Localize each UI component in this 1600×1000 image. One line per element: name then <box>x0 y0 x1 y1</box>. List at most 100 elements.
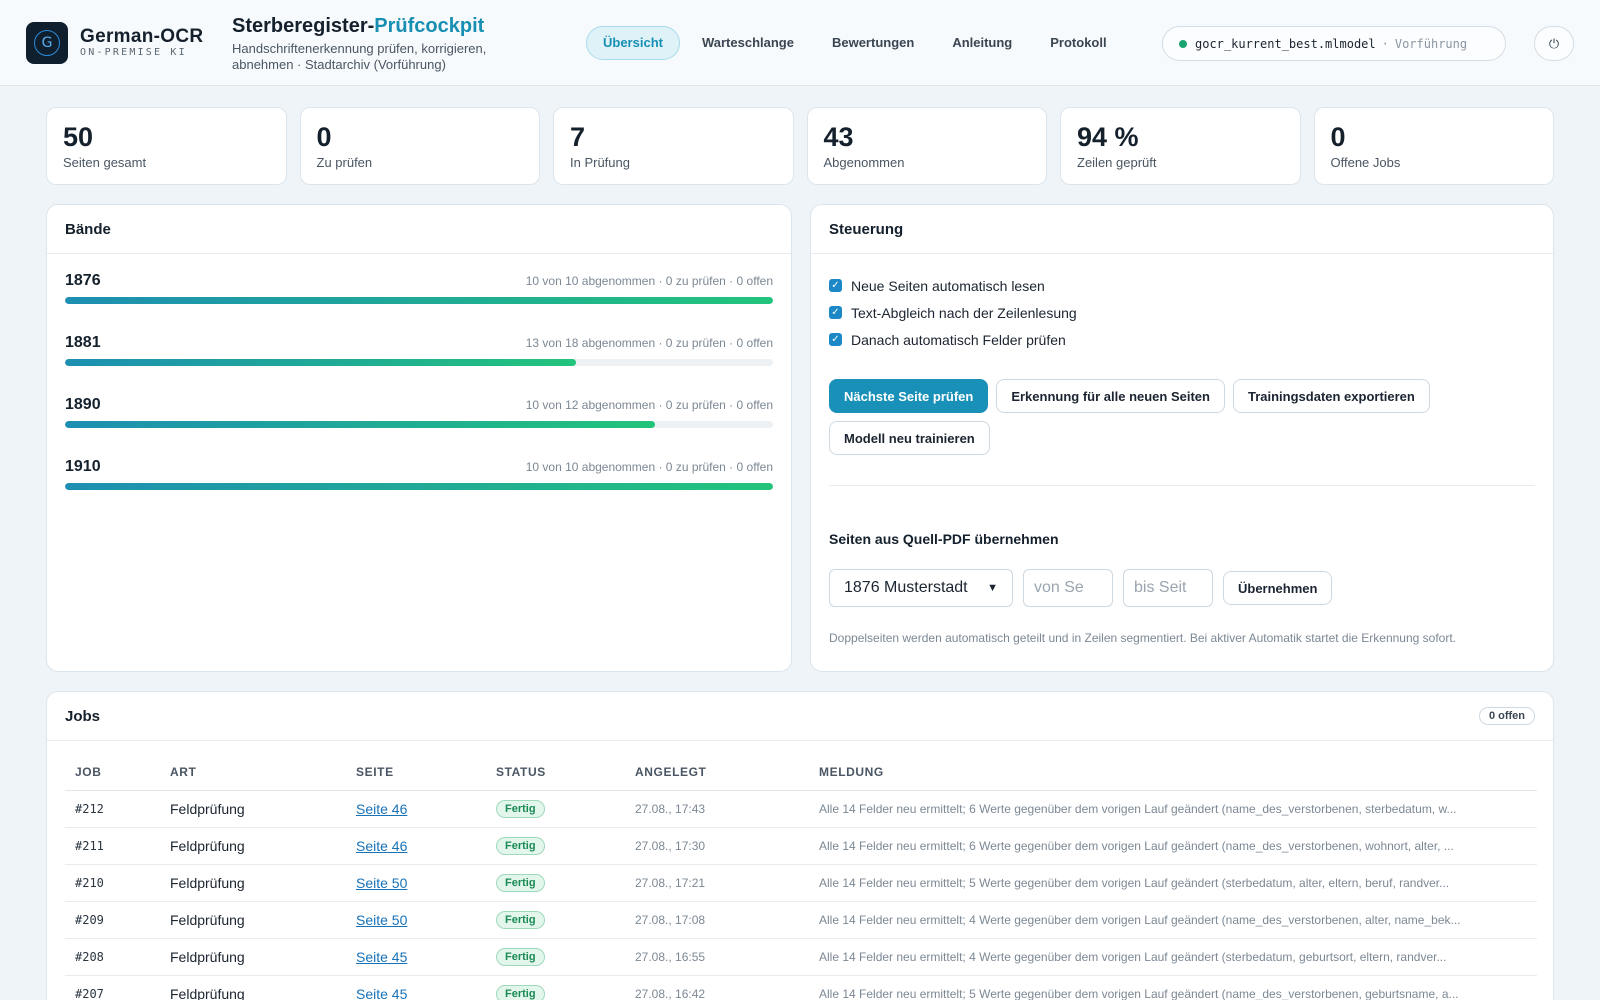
volumes-panel: Bände 1876 10 von 10 abgenommen · 0 zu p… <box>46 204 792 672</box>
stat-card-to-review: 0 Zu prüfen <box>299 107 540 185</box>
source-pdf-selected: 1876 Musterstadt <box>844 579 968 596</box>
app-header: G German-OCR ON-PREMISE KI Sterberegiste… <box>0 0 1600 86</box>
jobs-panel: Jobs 0 offen JOB ART SEITE STATUS ANGELE… <box>46 691 1554 1000</box>
export-training-button[interactable]: Trainingsdaten exportieren <box>1232 379 1430 413</box>
volume-meta: 13 von 18 abgenommen · 0 zu prüfen · 0 o… <box>525 336 773 350</box>
recognize-all-button[interactable]: Erkennung für alle neuen Seiten <box>996 379 1225 413</box>
divider <box>829 485 1535 486</box>
job-page-link[interactable]: Seite 46 <box>356 801 407 817</box>
nav-tab-bewertungen[interactable]: Bewertungen <box>816 26 930 60</box>
column-header-job: JOB <box>65 755 160 791</box>
table-row: #212 Feldprüfung Seite 46 Fertig 27.08.,… <box>65 790 1537 828</box>
volume-item[interactable]: 1910 10 von 10 abgenommen · 0 zu prüfen … <box>65 458 773 520</box>
job-created: 27.08., 16:42 <box>625 975 809 1000</box>
checkbox-text-match[interactable]: ✓ Text-Abgleich nach der Zeilenlesung <box>829 299 1535 326</box>
table-row: #211 Feldprüfung Seite 46 Fertig 27.08.,… <box>65 827 1537 865</box>
nav-tab-protokoll[interactable]: Protokoll <box>1034 26 1122 60</box>
volumes-panel-title: Bände <box>65 220 111 238</box>
stats-row: 50 Seiten gesamt 0 Zu prüfen 7 In Prüfun… <box>46 107 1554 185</box>
next-page-button[interactable]: Nächste Seite prüfen <box>829 379 989 413</box>
apply-import-button[interactable]: Übernehmen <box>1223 571 1333 605</box>
control-panel-header: Steuerung <box>811 205 1553 254</box>
volume-item[interactable]: 1881 13 von 18 abgenommen · 0 zu prüfen … <box>65 334 773 396</box>
source-pdf-select[interactable]: 1876 Musterstadt ▼ <box>829 569 1013 607</box>
model-name: gocr_kurrent_best.mlmodel <box>1195 36 1376 51</box>
stat-card-in-review: 7 In Prüfung <box>553 107 794 185</box>
to-page-input[interactable]: bis Seit <box>1123 569 1213 607</box>
volume-progress-track <box>65 359 773 366</box>
volume-meta: 10 von 10 abgenommen · 0 zu prüfen · 0 o… <box>525 274 773 288</box>
volume-progress-fill <box>65 421 655 428</box>
job-page-link[interactable]: Seite 50 <box>356 912 407 928</box>
volume-year: 1876 <box>65 272 101 289</box>
main-nav: Übersicht Warteschlange Bewertungen Anle… <box>586 26 1123 60</box>
job-page-link[interactable]: Seite 45 <box>356 986 407 1000</box>
retrain-model-button[interactable]: Modell neu trainieren <box>829 421 990 455</box>
power-button[interactable]: ⏻ <box>1534 26 1574 61</box>
job-page-link[interactable]: Seite 50 <box>356 875 407 891</box>
checkbox-label: Neue Seiten automatisch lesen <box>851 277 1045 294</box>
stat-label: Zu prüfen <box>316 155 373 170</box>
brand-name: German-OCR <box>80 26 204 47</box>
jobs-table-header: JOB ART SEITE STATUS ANGELEGT MELDUNG <box>65 755 1537 791</box>
volume-year: 1890 <box>65 396 101 413</box>
job-message: Alle 14 Felder neu ermittelt; 4 Werte ge… <box>809 901 1537 939</box>
model-mode: Vorführung <box>1394 36 1468 51</box>
nav-tab-uebersicht[interactable]: Übersicht <box>586 26 680 60</box>
table-row: #209 Feldprüfung Seite 50 Fertig 27.08.,… <box>65 901 1537 939</box>
stat-card-accepted: 43 Abgenommen <box>806 107 1047 185</box>
job-created: 27.08., 17:43 <box>625 790 809 828</box>
stat-card-pages-total: 50 Seiten gesamt <box>46 107 287 185</box>
model-status-pill[interactable]: gocr_kurrent_best.mlmodel · Vorführung <box>1162 26 1506 61</box>
job-created: 27.08., 16:55 <box>625 938 809 976</box>
import-note: Doppelseiten werden automatisch geteilt … <box>829 631 1457 645</box>
page-title-accent: Prüfcockpit <box>374 15 485 37</box>
checkbox-auto-read[interactable]: ✓ Neue Seiten automatisch lesen <box>829 272 1535 299</box>
stat-label: In Prüfung <box>570 155 630 170</box>
job-id: #211 <box>65 827 160 865</box>
stat-label: Abgenommen <box>823 155 905 170</box>
checkbox-checked-icon[interactable]: ✓ <box>829 306 842 319</box>
from-page-input[interactable]: von Se <box>1023 569 1113 607</box>
volume-item[interactable]: 1876 10 von 10 abgenommen · 0 zu prüfen … <box>65 272 773 334</box>
chevron-down-icon: ▼ <box>987 582 998 594</box>
status-badge: Fertig <box>496 985 545 1000</box>
stat-value: 94 % <box>1077 122 1139 152</box>
stat-value: 0 <box>1330 122 1346 152</box>
open-jobs-badge: 0 offen <box>1478 707 1535 725</box>
checkbox-auto-fields[interactable]: ✓ Danach automatisch Felder prüfen <box>829 326 1535 353</box>
job-message: Alle 14 Felder neu ermittelt; 5 Werte ge… <box>809 864 1537 902</box>
job-message: Alle 14 Felder neu ermittelt; 6 Werte ge… <box>809 790 1537 828</box>
stat-label: Seiten gesamt <box>63 155 147 170</box>
job-page-link[interactable]: Seite 45 <box>356 949 407 965</box>
table-row: #207 Feldprüfung Seite 45 Fertig 27.08.,… <box>65 975 1537 1000</box>
import-section-title: Seiten aus Quell-PDF übernehmen <box>829 531 1059 547</box>
nav-tab-anleitung[interactable]: Anleitung <box>936 26 1028 60</box>
job-id: #210 <box>65 864 160 902</box>
job-message: Alle 14 Felder neu ermittelt; 4 Werte ge… <box>809 938 1537 976</box>
job-created: 27.08., 17:21 <box>625 864 809 902</box>
checkbox-label: Danach automatisch Felder prüfen <box>851 331 1066 348</box>
job-message: Alle 14 Felder neu ermittelt; 6 Werte ge… <box>809 827 1537 865</box>
volume-progress-track <box>65 297 773 304</box>
nav-tab-warteschlange[interactable]: Warteschlange <box>686 26 810 60</box>
logo-g-icon: G <box>34 30 60 56</box>
control-panel-title: Steuerung <box>829 220 904 238</box>
jobs-panel-header: Jobs 0 offen <box>47 692 1553 741</box>
control-panel: Steuerung ✓ Neue Seiten automatisch lese… <box>810 204 1554 672</box>
stat-value: 43 <box>823 122 854 152</box>
job-page-link[interactable]: Seite 46 <box>356 838 407 854</box>
volume-item[interactable]: 1890 10 von 12 abgenommen · 0 zu prüfen … <box>65 396 773 458</box>
job-message: Alle 14 Felder neu ermittelt; 5 Werte ge… <box>809 975 1537 1000</box>
power-icon: ⏻ <box>1548 35 1560 51</box>
volume-progress-track <box>65 483 773 490</box>
checkbox-checked-icon[interactable]: ✓ <box>829 333 842 346</box>
job-id: #212 <box>65 790 160 828</box>
volume-year: 1881 <box>65 334 101 351</box>
column-header-message: MELDUNG <box>809 755 1537 791</box>
status-dot-icon <box>1179 39 1187 48</box>
checkbox-checked-icon[interactable]: ✓ <box>829 279 842 292</box>
job-type: Feldprüfung <box>160 790 346 828</box>
action-buttons: Nächste Seite prüfen Erkennung für alle … <box>829 379 1469 455</box>
column-header-type: ART <box>160 755 346 791</box>
